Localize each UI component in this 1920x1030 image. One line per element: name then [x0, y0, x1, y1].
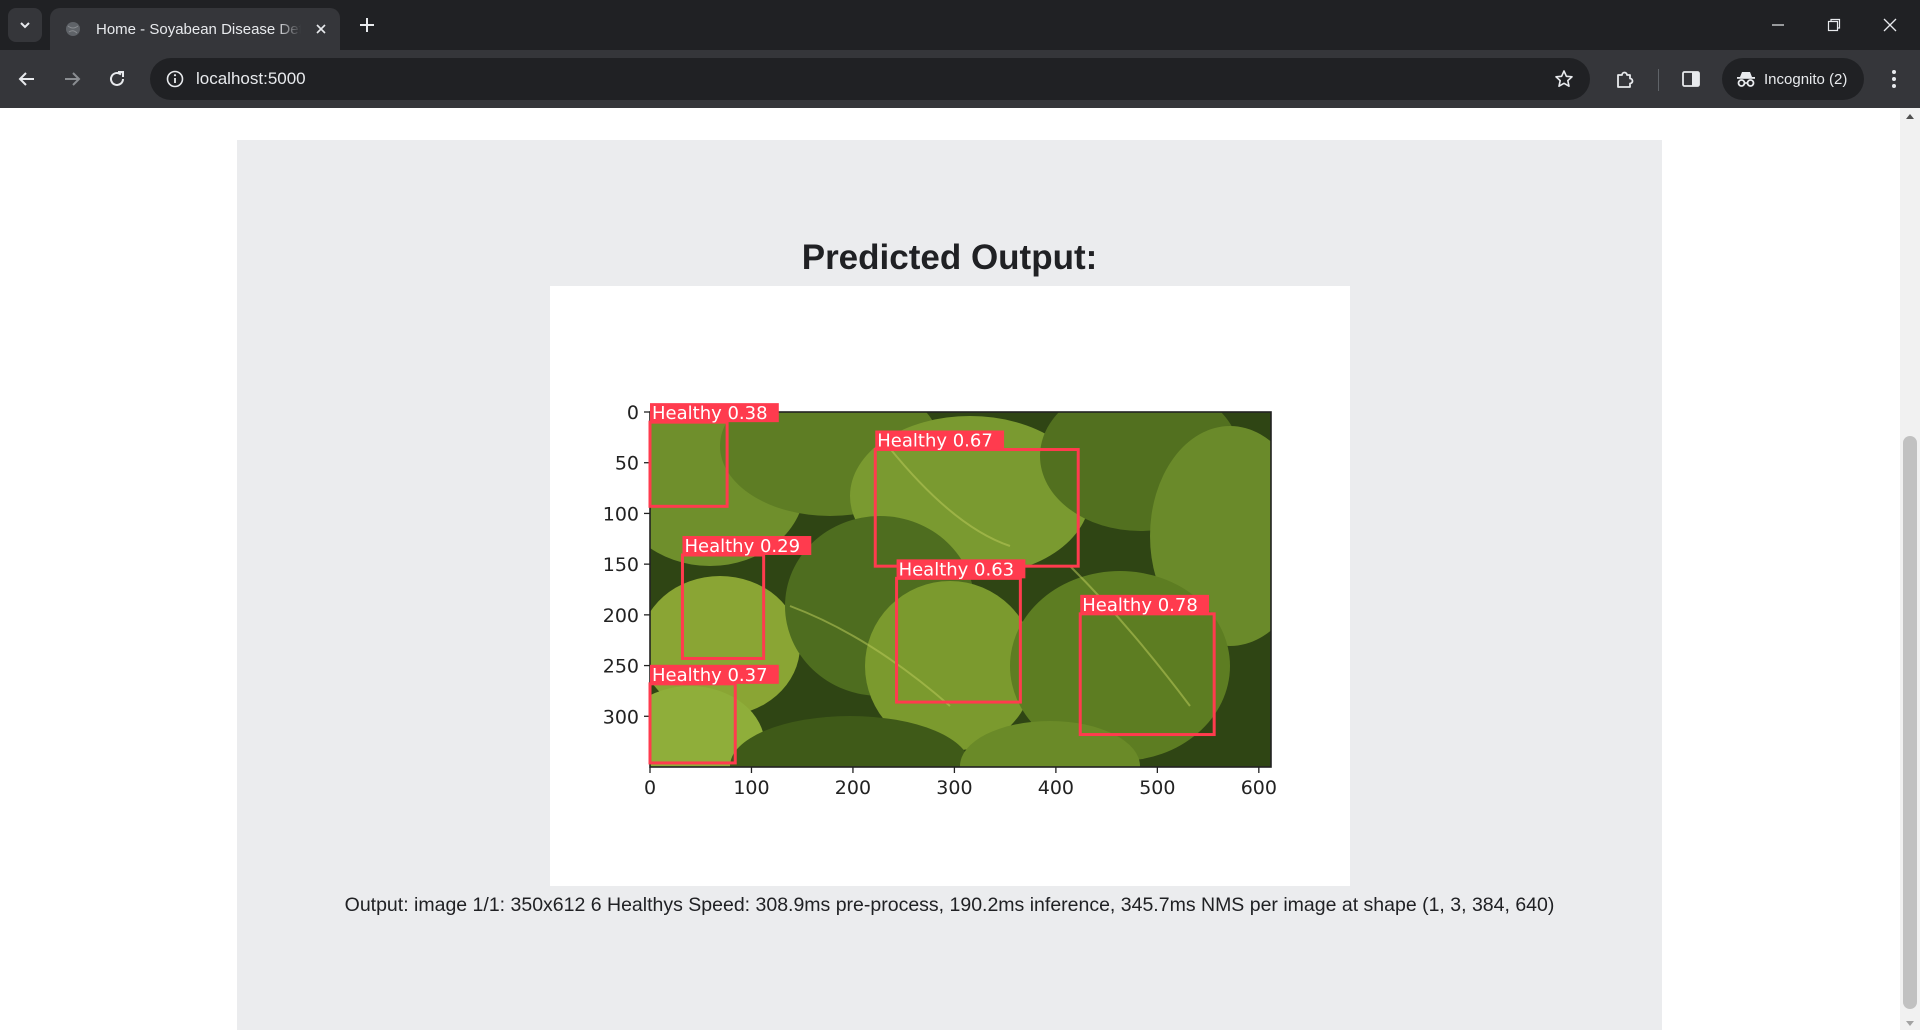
- tab-title: Home - Soyabean Disease Detection: [96, 20, 301, 38]
- incognito-label: Incognito (2): [1764, 70, 1848, 88]
- result-panel: Predicted Output: 0 100 200 300 400 500 …: [237, 140, 1662, 1030]
- x-tick-label: 300: [936, 777, 972, 799]
- extensions-button[interactable]: [1607, 61, 1643, 97]
- more-vert-icon: [1892, 70, 1896, 88]
- arrow-right-icon: [65, 72, 81, 86]
- globe-icon: [64, 20, 82, 38]
- detection-label: Healthy 0.37: [652, 665, 768, 686]
- toolbar-divider: [1658, 69, 1659, 91]
- incognito-icon: [1737, 72, 1755, 87]
- page-scrollbar[interactable]: [1900, 108, 1920, 1030]
- arrow-left-icon: [18, 72, 34, 86]
- y-tick-label: 100: [603, 503, 639, 525]
- reload-icon: [110, 71, 124, 86]
- detection-summary: Output: image 1/1: 350x612 6 Healthys Sp…: [344, 894, 1555, 916]
- detection-label: Healthy 0.78: [1082, 595, 1198, 616]
- plus-icon: [360, 18, 374, 32]
- address-bar[interactable]: localhost:5000: [150, 58, 1590, 100]
- minimize-icon: [1772, 24, 1784, 26]
- y-tick-label: 0: [627, 402, 639, 424]
- y-tick-label: 150: [603, 554, 639, 576]
- x-tick-label: 200: [835, 777, 871, 799]
- scroll-up-arrow-icon[interactable]: [1906, 114, 1914, 119]
- detection-label: Healthy 0.67: [877, 431, 993, 452]
- puzzle-icon: [1617, 71, 1634, 88]
- x-tick-label: 0: [644, 777, 656, 799]
- bookmark-star-icon[interactable]: [1552, 67, 1576, 91]
- back-button[interactable]: [9, 61, 45, 97]
- x-tick-label: 100: [733, 777, 769, 799]
- detection-label: Healthy 0.29: [684, 536, 800, 557]
- browser-menu-button[interactable]: [1876, 61, 1912, 97]
- browser-toolbar: localhost:5000 Incognito (2): [0, 50, 1920, 108]
- detection-chart: 0 100 200 300 400 500 600 0 50 100 150 200 250 300 He…: [603, 402, 1277, 799]
- scrollbar-thumb[interactable]: [1903, 436, 1917, 1009]
- incognito-indicator[interactable]: Incognito (2): [1722, 58, 1864, 100]
- side-panel-icon: [1682, 71, 1700, 87]
- detection-label: Healthy 0.38: [652, 403, 768, 424]
- close-icon: [1883, 18, 1897, 32]
- browser-tab[interactable]: Home - Soyabean Disease Detection: [50, 8, 340, 50]
- scroll-down-arrow-icon[interactable]: [1906, 1021, 1914, 1026]
- new-tab-button[interactable]: [352, 10, 382, 40]
- tab-search-button[interactable]: [8, 8, 42, 42]
- close-tab-icon[interactable]: [309, 17, 333, 41]
- y-tick-label: 300: [603, 706, 639, 728]
- page-title: Predicted Output:: [801, 238, 1098, 277]
- x-tick-label: 400: [1038, 777, 1074, 799]
- url-text: localhost:5000: [196, 69, 306, 88]
- y-tick-label: 250: [603, 656, 639, 678]
- side-panel-button[interactable]: [1673, 61, 1709, 97]
- y-tick-label: 50: [615, 453, 639, 475]
- restore-button[interactable]: [1806, 0, 1862, 50]
- site-info-icon[interactable]: [162, 66, 188, 92]
- detection-label: Healthy 0.63: [899, 559, 1015, 580]
- reload-button[interactable]: [99, 61, 135, 97]
- chevron-down-icon: [20, 22, 30, 29]
- close-window-button[interactable]: [1862, 0, 1918, 50]
- restore-icon: [1827, 18, 1841, 32]
- minimize-button[interactable]: [1750, 0, 1806, 50]
- x-tick-label: 500: [1139, 777, 1175, 799]
- page-content: Predicted Output: 0 100 200 300 400 500 …: [0, 108, 1900, 1030]
- x-tick-label: 600: [1241, 777, 1277, 799]
- browser-titlebar: Home - Soyabean Disease Detection: [0, 0, 1920, 50]
- y-tick-label: 200: [603, 605, 639, 627]
- prediction-figure: 0 100 200 300 400 500 600 0 50 100 150 200 250 300 He…: [550, 286, 1350, 886]
- forward-button[interactable]: [54, 61, 90, 97]
